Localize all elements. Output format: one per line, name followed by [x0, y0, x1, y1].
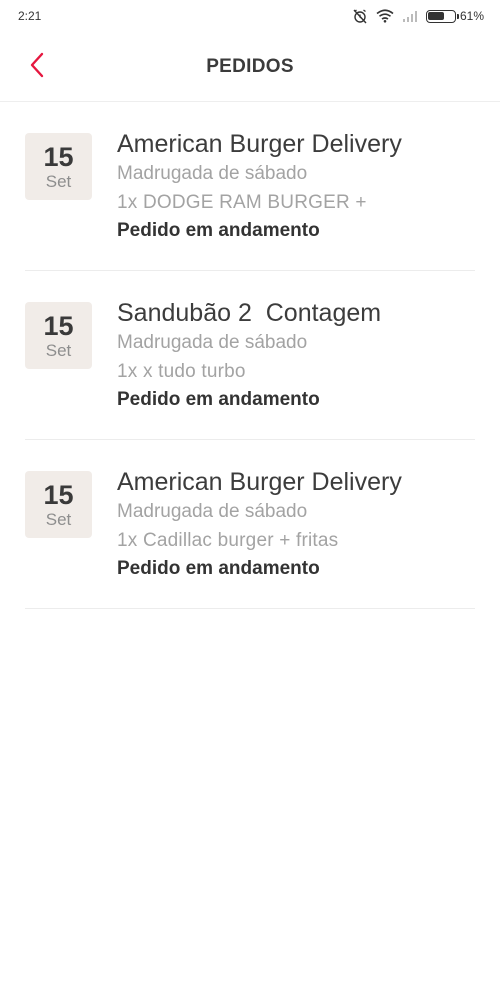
- date-day: 15: [43, 310, 74, 341]
- date-month: Set: [45, 171, 72, 191]
- alarm-off-icon: [352, 8, 368, 24]
- date-badge: 15 Set: [25, 471, 92, 538]
- battery-percent: 61%: [459, 9, 484, 23]
- order-list-item[interactable]: 15 Set American Burger Delivery Madrugad…: [25, 440, 475, 609]
- order-items: 1x DODGE RAM BURGER +: [117, 192, 367, 213]
- chevron-left-icon: [29, 52, 45, 83]
- status-icons: 61%: [352, 8, 484, 24]
- order-list-item[interactable]: 15 Set Sandubão 2 Contagem Madrugada de …: [25, 271, 475, 440]
- date-month: Set: [45, 509, 72, 529]
- date-badge: 15 Set: [25, 133, 92, 200]
- status-time: 2:21: [18, 9, 42, 23]
- order-list-item[interactable]: 15 Set American Burger Delivery Madrugad…: [25, 102, 475, 271]
- order-time: Madrugada de sábado: [117, 501, 308, 522]
- order-items: 1x x tudo turbo: [117, 361, 246, 382]
- restaurant-name: Sandubão 2 Contagem: [117, 299, 382, 327]
- order-status: Pedido em andamento: [117, 389, 320, 410]
- date-day: 15: [43, 141, 74, 172]
- date-day: 15: [43, 479, 74, 510]
- order-items: 1x Cadillac burger + fritas: [117, 530, 339, 551]
- page-title: PEDIDOS: [206, 55, 294, 77]
- order-info: American Burger Delivery Madrugada de sá…: [117, 466, 475, 582]
- order-info: American Burger Delivery Madrugada de sá…: [117, 128, 475, 244]
- order-time: Madrugada de sábado: [117, 163, 308, 184]
- wifi-icon: [376, 9, 394, 23]
- signal-icon: [402, 10, 418, 22]
- app-header: PEDIDOS: [0, 32, 500, 102]
- battery-indicator: 61%: [425, 9, 484, 23]
- back-button[interactable]: [22, 52, 52, 82]
- order-info: Sandubão 2 Contagem Madrugada de sábado …: [117, 297, 475, 413]
- date-badge: 15 Set: [25, 302, 92, 369]
- battery-icon: [425, 9, 459, 23]
- date-month: Set: [45, 340, 72, 360]
- restaurant-name: American Burger Delivery: [117, 468, 402, 496]
- order-list: 15 Set American Burger Delivery Madrugad…: [0, 102, 500, 609]
- order-status: Pedido em andamento: [117, 220, 320, 241]
- order-time: Madrugada de sábado: [117, 332, 308, 353]
- order-status: Pedido em andamento: [117, 558, 320, 579]
- status-bar: 2:21 61%: [0, 0, 500, 32]
- restaurant-name: American Burger Delivery: [117, 130, 402, 158]
